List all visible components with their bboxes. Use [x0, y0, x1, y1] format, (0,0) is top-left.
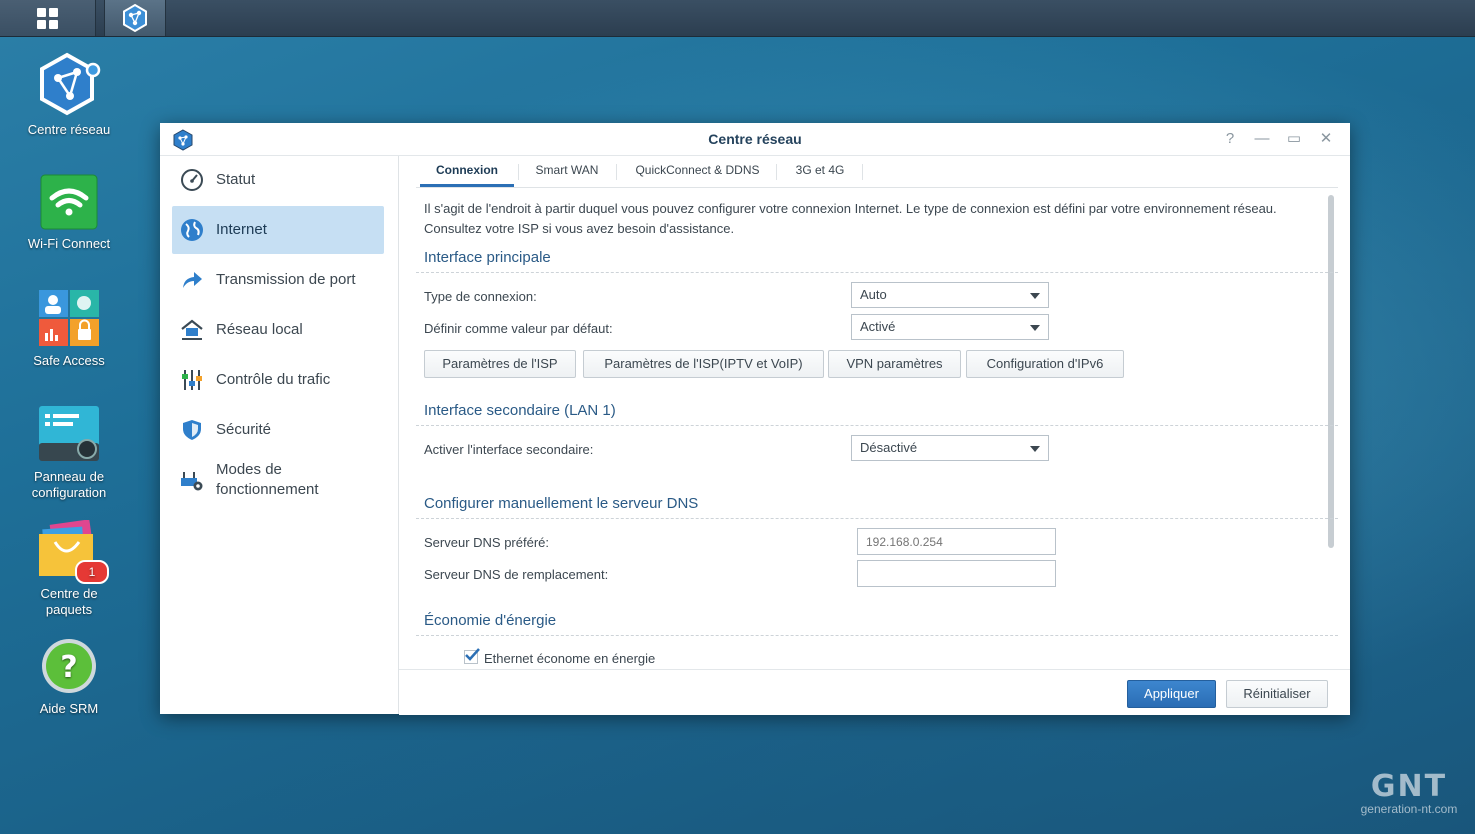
sidebar-item-local-network[interactable]: Réseau local [172, 306, 384, 354]
sidebar-item-label: Réseau local [216, 321, 303, 338]
watermark-site: generation-nt.com [1360, 802, 1458, 816]
sidebar-item-label: Modes de fonctionnement [216, 461, 319, 498]
desktop-icon-label: Safe Access [33, 353, 105, 368]
sidebar-item-label: Sécurité [216, 421, 272, 438]
chevron-down-icon [1030, 325, 1040, 331]
section-title-energy-saving: Économie d'énergie [416, 612, 1338, 636]
apply-button[interactable]: Appliquer [1127, 680, 1216, 708]
desktop-icon-label: Centre réseau [27, 122, 111, 137]
network-center-icon [123, 3, 147, 33]
window-titlebar[interactable]: Centre réseau ? — ▭ ✕ [160, 123, 1350, 156]
connection-settings-panel: Il s'agit de l'endroit à partir duquel v… [416, 187, 1338, 669]
secondary-interface-value: Désactivé [860, 440, 918, 455]
tab-separator [518, 164, 519, 180]
ipv6-configuration-button[interactable]: Configuration d'IPv6 [966, 350, 1124, 378]
taskbar-network-center-button[interactable] [104, 0, 166, 36]
control-panel-icon [39, 406, 99, 461]
home-network-icon [179, 317, 205, 343]
preferred-dns-input[interactable] [857, 528, 1056, 555]
isp-settings-button[interactable]: Paramètres de l'ISP [424, 350, 576, 378]
alternate-dns-label: Serveur DNS de remplacement: [424, 567, 609, 582]
grid-icon [37, 7, 58, 29]
sliders-icon [179, 367, 205, 393]
minimize-button[interactable]: — [1252, 129, 1272, 149]
close-button[interactable]: ✕ [1316, 129, 1336, 149]
connection-type-value: Auto [860, 287, 887, 302]
desktop-icon-wifi-connect[interactable]: Wi-Fi Connect [8, 174, 130, 252]
default-gateway-label: Définir comme valeur par défaut: [424, 321, 613, 336]
wifi-icon [40, 174, 98, 230]
desktop-icon-package-center[interactable]: 1 Centre de paquets [8, 519, 130, 618]
default-gateway-value: Activé [860, 319, 896, 334]
energy-efficient-ethernet-label: Ethernet économe en énergie [484, 651, 656, 666]
desktop-icon-label: Panneau de configuration [31, 469, 107, 500]
tab-smart-wan[interactable]: Smart WAN [520, 156, 614, 186]
sidebar-item-internet[interactable]: Internet [172, 206, 384, 254]
chevron-down-icon [1030, 446, 1040, 452]
sidebar-item-port-forwarding[interactable]: Transmission de port [172, 256, 384, 304]
alternate-dns-input[interactable] [857, 560, 1056, 587]
isp-iptv-voip-settings-button[interactable]: Paramètres de l'ISP(IPTV et VoIP) [583, 350, 824, 378]
main-menu-button[interactable] [0, 0, 96, 36]
desktop-icon-control-panel[interactable]: Panneau de configuration [8, 405, 130, 501]
safe-access-icon [39, 290, 99, 346]
secondary-interface-select[interactable]: Désactivé [851, 435, 1049, 461]
tab-separator [776, 164, 777, 180]
desktop-icon-label: Centre de paquets [40, 586, 98, 617]
svg-text:?: ? [60, 650, 77, 685]
taskbar [0, 0, 1475, 37]
section-title-secondary-interface: Interface secondaire (LAN 1) [416, 402, 1338, 426]
section-title-primary-interface: Interface principale [416, 249, 1338, 273]
secondary-interface-label: Activer l'interface secondaire: [424, 442, 594, 457]
desktop-icon-label: Wi-Fi Connect [27, 236, 111, 251]
network-center-window: Centre réseau ? — ▭ ✕ Statut Internet Tr… [160, 123, 1350, 715]
energy-efficient-ethernet-checkbox[interactable] [464, 648, 480, 664]
window-footer: Appliquer Réinitialiser [399, 669, 1350, 715]
help-button[interactable]: ? [1220, 129, 1240, 149]
shield-icon [179, 417, 205, 443]
sidebar-item-label: Statut [216, 171, 256, 188]
sidebar-item-status[interactable]: Statut [172, 156, 384, 204]
maximize-button[interactable]: ▭ [1284, 129, 1304, 149]
default-gateway-select[interactable]: Activé [851, 314, 1049, 340]
desktop-icon-help[interactable]: ? Aide SRM [8, 637, 130, 717]
sidebar-item-traffic-control[interactable]: Contrôle du trafic [172, 356, 384, 404]
tab-quickconnect-ddns[interactable]: QuickConnect & DDNS [620, 156, 775, 186]
tab-connexion[interactable]: Connexion [420, 156, 514, 187]
section-title-dns: Configurer manuellement le serveur DNS [416, 495, 1338, 519]
window-title: Centre réseau [708, 131, 802, 147]
sidebar-item-label: Contrôle du trafic [216, 371, 331, 388]
globe-icon [179, 217, 205, 243]
speedometer-icon [179, 167, 205, 193]
intro-text: Il s'agit de l'endroit à partir duquel v… [424, 201, 1277, 236]
sidebar-item-operation-modes[interactable]: Modes de fonctionnement [172, 456, 384, 504]
router-gear-icon [179, 467, 205, 493]
vpn-settings-button[interactable]: VPN paramètres [828, 350, 961, 378]
preferred-dns-label: Serveur DNS préféré: [424, 535, 549, 550]
tab-bar: Connexion Smart WAN QuickConnect & DDNS … [416, 156, 1338, 188]
tab-3g-4g[interactable]: 3G et 4G [778, 156, 862, 186]
chevron-down-icon [1030, 293, 1040, 299]
sidebar-item-label: Transmission de port [216, 271, 356, 288]
desktop-icon-network-center[interactable]: Centre réseau [8, 52, 130, 138]
connection-type-select[interactable]: Auto [851, 282, 1049, 308]
tab-separator [862, 164, 863, 180]
network-center-icon [40, 52, 101, 116]
sidebar: Statut Internet Transmission de port Rés… [160, 156, 399, 714]
reset-button[interactable]: Réinitialiser [1226, 680, 1328, 708]
checkmark-icon [465, 648, 480, 661]
desktop-icon-safe-access[interactable]: Safe Access [8, 289, 130, 369]
sidebar-item-security[interactable]: Sécurité [172, 406, 384, 454]
watermark: GNT generation-nt.com [1350, 769, 1468, 817]
help-icon: ? [42, 639, 96, 693]
sidebar-item-label: Internet [216, 221, 267, 238]
forward-arrow-icon [179, 267, 205, 293]
notification-badge: 1 [75, 560, 109, 584]
tab-separator [616, 164, 617, 180]
connection-type-label: Type de connexion: [424, 289, 537, 304]
desktop-icon-label: Aide SRM [39, 701, 99, 716]
watermark-logo: GNT [1370, 769, 1448, 804]
